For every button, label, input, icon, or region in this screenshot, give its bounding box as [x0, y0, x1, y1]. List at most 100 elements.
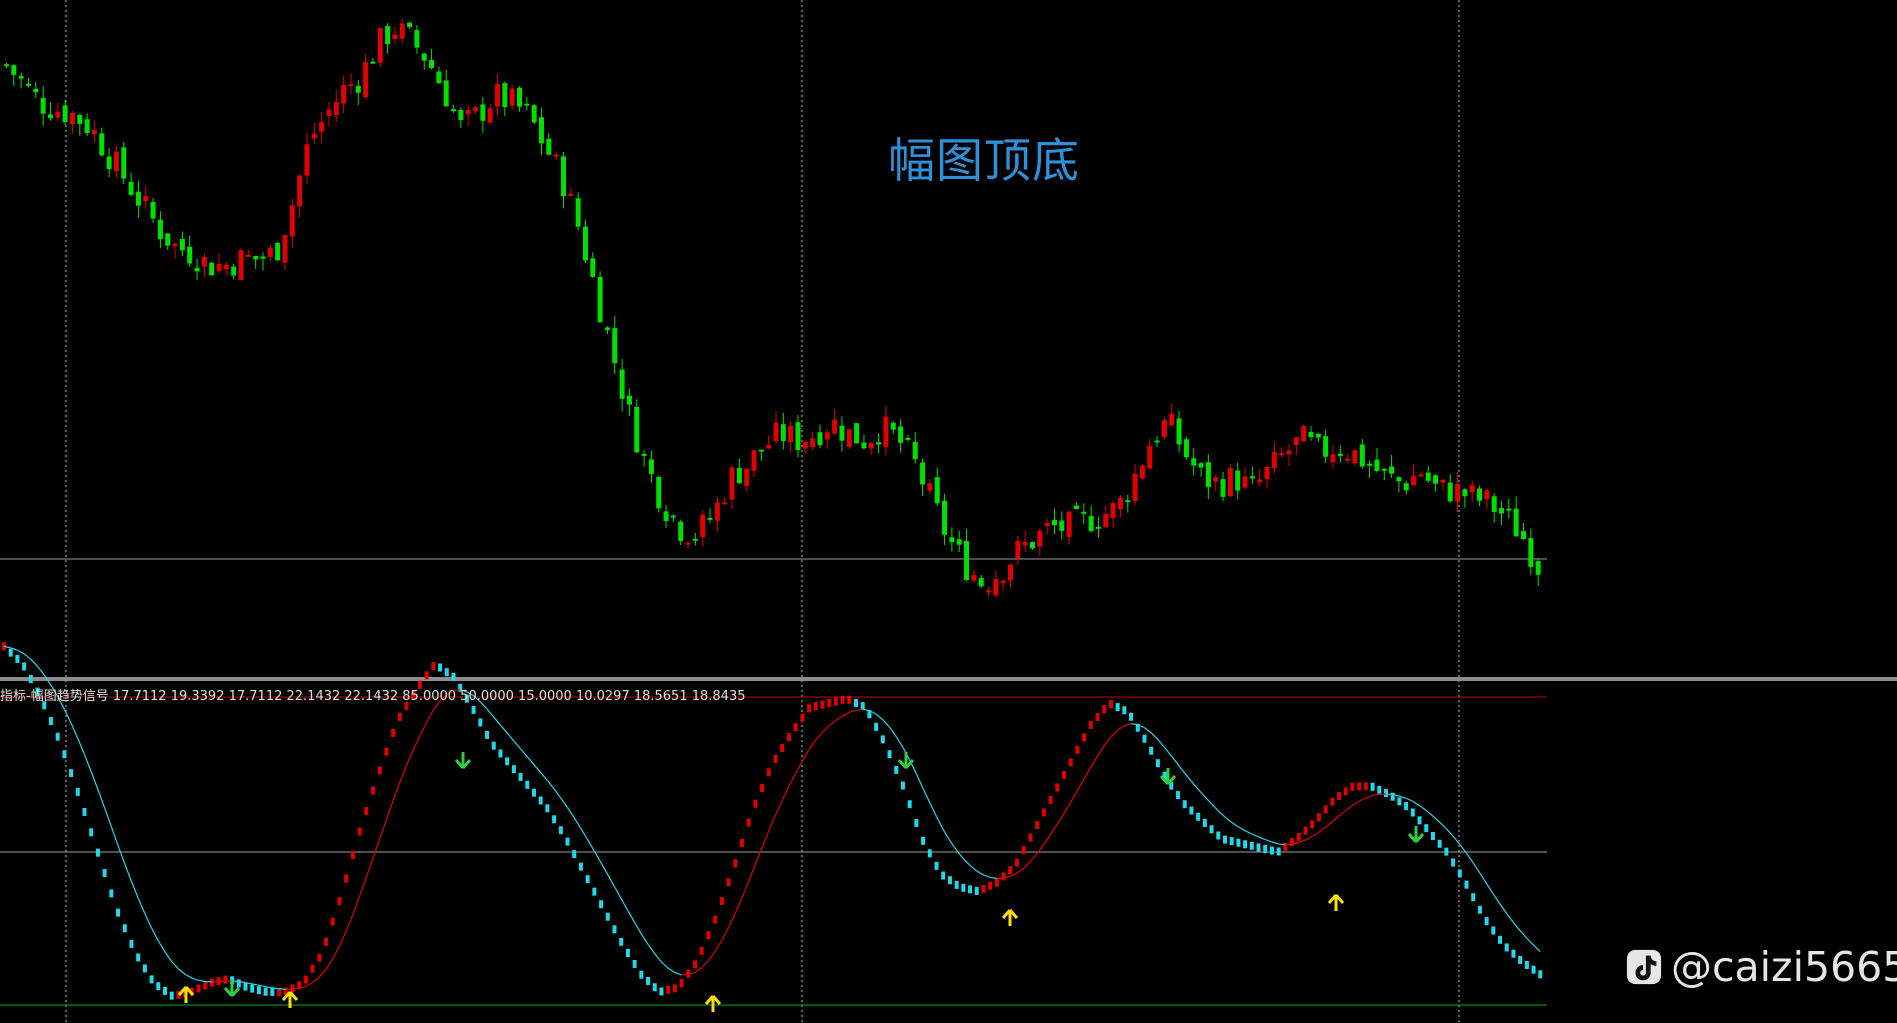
oscillator-bar: [1021, 846, 1026, 855]
oscillator-bar: [82, 807, 87, 816]
oscillator-bar: [1149, 746, 1154, 755]
oscillator-bar: [968, 885, 973, 894]
candle-body: [473, 107, 479, 112]
candle-body: [663, 511, 669, 522]
signal-line-segment: [1285, 843, 1293, 846]
candle-body: [714, 502, 720, 521]
candle-body: [201, 256, 207, 267]
candle-body: [502, 83, 508, 108]
candle-body: [341, 84, 347, 104]
candle-body: [1051, 519, 1057, 526]
oscillator-bar: [142, 964, 147, 973]
candle-body: [297, 175, 303, 207]
candle-body: [810, 438, 816, 448]
candle-body: [1242, 476, 1248, 488]
candle-body: [839, 425, 845, 441]
oscillator-bar: [840, 695, 845, 704]
candle-body: [964, 541, 970, 580]
oscillator-bar: [1397, 797, 1402, 806]
candle-body: [1205, 462, 1211, 488]
oscillator-bar: [22, 662, 27, 671]
oscillator-bar: [223, 975, 228, 984]
oscillator-bar: [1229, 837, 1234, 846]
candle-body: [1330, 454, 1336, 463]
oscillator-bar: [511, 765, 516, 774]
oscillator-bar: [719, 897, 724, 906]
candle-body: [1308, 431, 1314, 438]
oscillator-bar: [1444, 847, 1449, 856]
candle-body: [370, 61, 376, 64]
oscillator-bar: [1276, 847, 1281, 856]
candle-body: [1183, 439, 1189, 458]
oscillator-bar: [270, 987, 275, 996]
candle-body: [1059, 520, 1065, 531]
oscillator-bar: [1028, 833, 1033, 842]
oscillator-bar: [1330, 797, 1335, 806]
candle-body: [1286, 450, 1292, 455]
candle-body: [678, 521, 684, 541]
oscillator-bar: [485, 730, 490, 739]
candle-body: [275, 242, 281, 261]
oscillator-bar: [1196, 812, 1201, 821]
oscillator-bar: [565, 837, 570, 846]
candle-body: [216, 263, 222, 272]
oscillator-bar: [1310, 820, 1315, 829]
candle-body: [1389, 466, 1395, 474]
candle-body: [1066, 511, 1072, 537]
candle-body: [1411, 475, 1417, 486]
oscillator-bar: [531, 788, 536, 797]
candle-body: [1528, 538, 1534, 567]
candle-body: [1425, 472, 1431, 481]
candle-body: [736, 468, 742, 484]
oscillator-bar: [431, 662, 436, 671]
candle-body: [443, 80, 449, 107]
oscillator-bar: [1477, 905, 1482, 914]
oscillator-bar: [243, 982, 248, 991]
oscillator-bar: [196, 984, 201, 993]
oscillator-bar: [739, 838, 744, 847]
oscillator-bar: [1115, 703, 1120, 712]
candle-body: [707, 517, 713, 520]
indicator-header-label: 指标-幅图趋势信号 17.7112 19.3392 17.7112 22.143…: [0, 689, 746, 704]
oscillator-bar: [625, 948, 630, 957]
candle-body: [795, 422, 801, 451]
candle-body: [1337, 453, 1343, 456]
oscillator-bar: [1095, 713, 1100, 722]
oscillator-bar: [1464, 880, 1469, 889]
candle-body: [1345, 458, 1351, 461]
oscillator-bar: [746, 818, 751, 827]
oscillator-bar: [1430, 831, 1435, 840]
candle-body: [560, 156, 566, 197]
oscillator-bar: [1437, 839, 1442, 848]
candle-body: [1374, 459, 1380, 471]
candle-body: [253, 255, 259, 260]
candle-body: [150, 201, 156, 219]
candle-body: [641, 453, 647, 456]
oscillator-bar: [1243, 840, 1248, 849]
oscillator-bar: [813, 702, 818, 711]
candle-body: [927, 483, 933, 491]
candle-body: [165, 233, 171, 246]
oscillator-bar: [1068, 758, 1073, 767]
oscillator-bar: [263, 987, 268, 996]
oscillator-bar: [384, 747, 389, 756]
candle-body: [971, 574, 977, 581]
candle-body: [817, 432, 823, 446]
douyin-style-logo-icon: [1626, 949, 1662, 985]
candle-body: [861, 442, 867, 449]
oscillator-bar: [961, 883, 966, 892]
subwindow-separator: [0, 677, 1897, 681]
oscillator-bar: [116, 908, 121, 917]
oscillator-bar: [1142, 734, 1147, 743]
candle-body: [319, 122, 325, 132]
oscillator-bar: [981, 884, 986, 893]
oscillator-bar: [1518, 955, 1523, 964]
candle-body: [421, 53, 427, 61]
candle-body: [1161, 420, 1167, 438]
oscillator-bar: [136, 953, 141, 962]
candle-body: [282, 235, 288, 263]
mt4-chart-window[interactable]: 幅图顶底 指标-幅图趋势信号 17.7112 19.3392 17.7112 2…: [0, 0, 1897, 1023]
candle-body: [766, 444, 772, 449]
candle-body: [326, 109, 332, 116]
oscillator-bar: [156, 982, 161, 991]
